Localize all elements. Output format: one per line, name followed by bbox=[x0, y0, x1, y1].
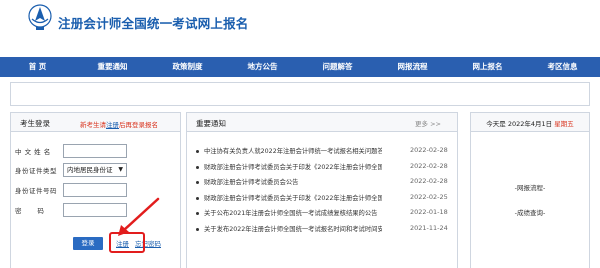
login-title: 考生登录 bbox=[20, 119, 50, 128]
news-item[interactable]: 财政部注册会计师考试委员会关于印发《2022年注册会计师全国统一考试大纲》的通知… bbox=[187, 192, 459, 208]
name-label: 中 文 姓 名 bbox=[15, 148, 51, 156]
news-item-title: 关于发布2022年注册会计师全国统一考试报名时间和考试时间安排的公告 bbox=[204, 225, 382, 233]
news-item-title: 关于公布2021年注册会计师全国统一考试成绩复核结果的公告 bbox=[204, 210, 378, 217]
news-item[interactable]: 财政部注册会计师考试委员会公告 2022-02-28 bbox=[187, 176, 459, 192]
nav-faq[interactable]: 问题解答 bbox=[300, 57, 375, 77]
id-type-value: 内地居民身份证 bbox=[67, 166, 113, 174]
news-item-date: 2022-02-28 bbox=[410, 177, 448, 185]
register-tip-suffix: 后再登录报名 bbox=[119, 121, 158, 129]
register-highlight-box bbox=[109, 232, 145, 253]
news-panel: 重要通知 更多 >> 中注协有关负责人就2022年注册会计师统一考试报名相关问题… bbox=[186, 112, 458, 268]
news-item[interactable]: 财政部注册会计师考试委员会关于印发《2022年注册会计师全国统一考试报名简章》的… bbox=[187, 161, 459, 177]
name-row: 中 文 姓 名 bbox=[11, 144, 182, 158]
score-query-link[interactable]: -成绩查询- bbox=[471, 207, 589, 217]
register-tip: 新考生请注册后再登录报名 bbox=[80, 119, 158, 129]
today-date-text: 今天是 2022年4月1日 bbox=[486, 120, 553, 128]
news-item-title: 中注协有关负责人就2022年注册会计师统一考试报名相关问题答记者问 bbox=[204, 148, 382, 155]
register-tip-link[interactable]: 注册 bbox=[106, 121, 119, 129]
bullet-icon bbox=[196, 165, 199, 169]
password-label: 密 码 bbox=[15, 207, 45, 215]
news-item-title: 财政部注册会计师考试委员会公告 bbox=[204, 179, 299, 186]
id-type-row: 身份证件类型 内地居民身份证 ▼ bbox=[11, 163, 182, 177]
news-item[interactable]: 关于发布2022年注册会计师全国统一考试报名时间和考试时间安排的公告 2021-… bbox=[187, 223, 459, 239]
bullet-icon bbox=[196, 227, 199, 231]
cicpa-logo-icon bbox=[28, 4, 52, 30]
bullet-icon bbox=[196, 181, 199, 184]
news-item[interactable]: 中注协有关负责人就2022年注册会计师统一考试报名相关问题答记者问 2022-0… bbox=[187, 145, 459, 161]
nav-process[interactable]: 网报流程 bbox=[375, 57, 450, 77]
news-panel-header: 重要通知 更多 >> bbox=[187, 113, 457, 132]
news-list: 中注协有关负责人就2022年注册会计师统一考试报名相关问题答记者问 2022-0… bbox=[187, 145, 459, 238]
news-item-date: 2021-11-24 bbox=[410, 223, 448, 232]
id-number-label: 身份证件号码 bbox=[15, 187, 57, 195]
login-panel-header: 考生登录 新考生请注册后再登录报名 bbox=[11, 113, 180, 132]
side-panel: 今天是 2022年4月1日 星期五 -网报流程- -成绩查询- bbox=[470, 112, 590, 268]
date-header: 今天是 2022年4月1日 星期五 bbox=[471, 113, 589, 132]
news-more-link[interactable]: 更多 >> bbox=[415, 118, 441, 128]
process-link[interactable]: -网报流程- bbox=[471, 182, 589, 192]
main-nav: 首 页 重要通知 政策制度 地方公告 问题解答 网报流程 网上报名 考区信息 bbox=[0, 57, 600, 77]
bullet-icon bbox=[196, 196, 199, 200]
id-number-row: 身份证件号码 bbox=[11, 183, 182, 197]
nav-exam-areas[interactable]: 考区信息 bbox=[525, 57, 600, 77]
news-item[interactable]: 关于公布2021年注册会计师全国统一考试成绩复核结果的公告 2022-01-18 bbox=[187, 207, 459, 223]
login-button[interactable]: 登录 bbox=[73, 237, 103, 250]
news-item-date: 2022-01-18 bbox=[410, 208, 448, 216]
nav-online-registration[interactable]: 网上报名 bbox=[450, 57, 525, 77]
news-item-title: 财政部注册会计师考试委员会关于印发《2022年注册会计师全国统一考试报名简章》的… bbox=[204, 163, 382, 171]
news-item-date: 2022-02-28 bbox=[410, 146, 448, 154]
password-row: 密 码 bbox=[11, 203, 182, 217]
today-date: 今天是 2022年4月1日 星期五 bbox=[471, 118, 589, 128]
site-title: 注册会计师全国统一考试网上报名 bbox=[58, 16, 249, 31]
chevron-down-icon: ▼ bbox=[118, 166, 123, 173]
bullet-icon bbox=[196, 212, 199, 215]
name-input[interactable] bbox=[63, 144, 127, 158]
password-input[interactable] bbox=[63, 203, 127, 217]
login-panel: 考生登录 新考生请注册后再登录报名 中 文 姓 名 身份证件类型 内地居民身份证… bbox=[10, 112, 181, 268]
nav-home[interactable]: 首 页 bbox=[0, 57, 75, 77]
news-item-date: 2022-02-28 bbox=[410, 161, 448, 170]
nav-local-announcements[interactable]: 地方公告 bbox=[225, 57, 300, 77]
id-number-input[interactable] bbox=[63, 183, 127, 197]
id-type-select[interactable]: 内地居民身份证 ▼ bbox=[63, 163, 127, 177]
news-item-date: 2022-02-25 bbox=[410, 192, 448, 201]
weekday: 星期五 bbox=[554, 120, 574, 128]
nav-policies[interactable]: 政策制度 bbox=[150, 57, 225, 77]
id-type-label: 身份证件类型 bbox=[15, 167, 57, 175]
bullet-icon bbox=[196, 150, 199, 153]
nav-notices[interactable]: 重要通知 bbox=[75, 57, 150, 77]
news-item-title: 财政部注册会计师考试委员会关于印发《2022年注册会计师全国统一考试大纲》的通知 bbox=[204, 194, 382, 202]
news-title: 重要通知 bbox=[196, 119, 226, 128]
site-header: 注册会计师全国统一考试网上报名 bbox=[0, 0, 600, 52]
notice-banner bbox=[10, 82, 590, 106]
register-tip-prefix: 新考生请 bbox=[80, 121, 106, 129]
